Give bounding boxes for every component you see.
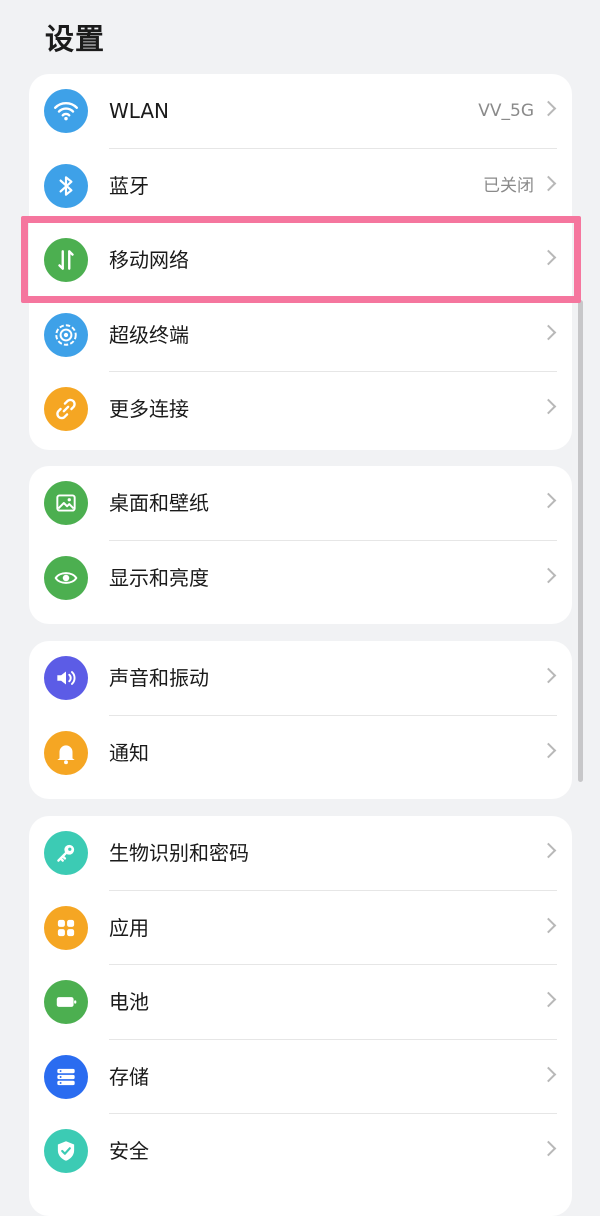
settings-item-label: 蓝牙 (109, 173, 149, 198)
chevron-right-icon (540, 567, 557, 583)
settings-item-value: 已关闭 (483, 175, 534, 196)
settings-item-label: 显示和亮度 (109, 565, 209, 590)
settings-item-wallpaper[interactable]: 桌面和壁纸 (29, 466, 572, 541)
settings-item-sound-vibration[interactable]: 声音和振动 (29, 641, 572, 716)
settings-item-notifications[interactable]: 通知 (29, 716, 572, 791)
settings-item-label: 超级终端 (109, 322, 189, 347)
chevron-right-icon (540, 492, 557, 509)
settings-item-label: 生物识别和密码 (109, 841, 249, 865)
settings-group-display: 桌面和壁纸 显示和亮度 (29, 466, 572, 624)
chevron-right-icon (540, 175, 557, 191)
settings-item-security[interactable]: 安全 (29, 1114, 572, 1189)
shield-icon (44, 1129, 88, 1173)
eye-icon (44, 555, 88, 600)
apps-icon (44, 905, 88, 950)
storage-icon (44, 1054, 88, 1099)
chevron-right-icon (540, 249, 557, 266)
link-icon (44, 387, 88, 431)
settings-item-label: 桌面和壁纸 (109, 491, 209, 515)
settings-item-super-device[interactable]: 超级终端 (29, 298, 572, 372)
wallpaper-icon (44, 481, 88, 525)
super-device-icon (44, 312, 88, 357)
settings-group-sound: 声音和振动 通知 (29, 641, 572, 799)
settings-item-label: 存储 (109, 1064, 149, 1089)
settings-item-biometrics-password[interactable]: 生物识别和密码 (29, 816, 572, 891)
settings-item-label: 电池 (109, 990, 149, 1014)
chevron-right-icon (540, 991, 557, 1008)
settings-item-battery[interactable]: 电池 (29, 965, 572, 1040)
settings-item-apps[interactable]: 应用 (29, 891, 572, 965)
settings-item-storage[interactable]: 存储 (29, 1040, 572, 1114)
settings-item-label: 应用 (109, 915, 149, 940)
chevron-right-icon (540, 1140, 557, 1157)
key-icon (44, 831, 88, 875)
chevron-right-icon (540, 398, 557, 415)
chevron-right-icon (540, 917, 557, 933)
settings-item-label: 通知 (109, 740, 149, 765)
scrollbar[interactable] (578, 300, 583, 782)
bell-icon (44, 730, 88, 775)
settings-item-display-brightness[interactable]: 显示和亮度 (29, 541, 572, 616)
settings-group-connectivity: WLAN VV_5G 蓝牙 已关闭 移动网络 超级终端 更多连接 (29, 74, 572, 450)
settings-item-mobile-network[interactable]: 移动网络 (29, 223, 572, 298)
chevron-right-icon (540, 1066, 557, 1082)
settings-item-label: WLAN (109, 99, 170, 123)
chevron-right-icon (540, 100, 557, 117)
chevron-right-icon (540, 667, 557, 684)
mobile-data-icon (44, 238, 88, 282)
page-title: 设置 (45, 22, 106, 56)
settings-group-system: 生物识别和密码 应用 电池 存储 安全 (29, 816, 572, 1216)
chevron-right-icon (540, 842, 557, 859)
settings-item-value: VV_5G (478, 101, 534, 121)
settings-item-wlan[interactable]: WLAN VV_5G (29, 74, 572, 149)
settings-item-label: 声音和振动 (109, 666, 209, 690)
chevron-right-icon (540, 324, 557, 340)
bluetooth-icon (44, 163, 88, 208)
settings-item-label: 安全 (109, 1139, 149, 1163)
settings-item-more-connections[interactable]: 更多连接 (29, 372, 572, 447)
settings-item-label: 更多连接 (109, 397, 189, 421)
battery-icon (44, 980, 88, 1024)
wifi-icon (44, 89, 88, 133)
speaker-icon (44, 656, 88, 700)
settings-item-bluetooth[interactable]: 蓝牙 已关闭 (29, 149, 572, 223)
settings-item-label: 移动网络 (109, 248, 189, 272)
chevron-right-icon (540, 742, 557, 758)
